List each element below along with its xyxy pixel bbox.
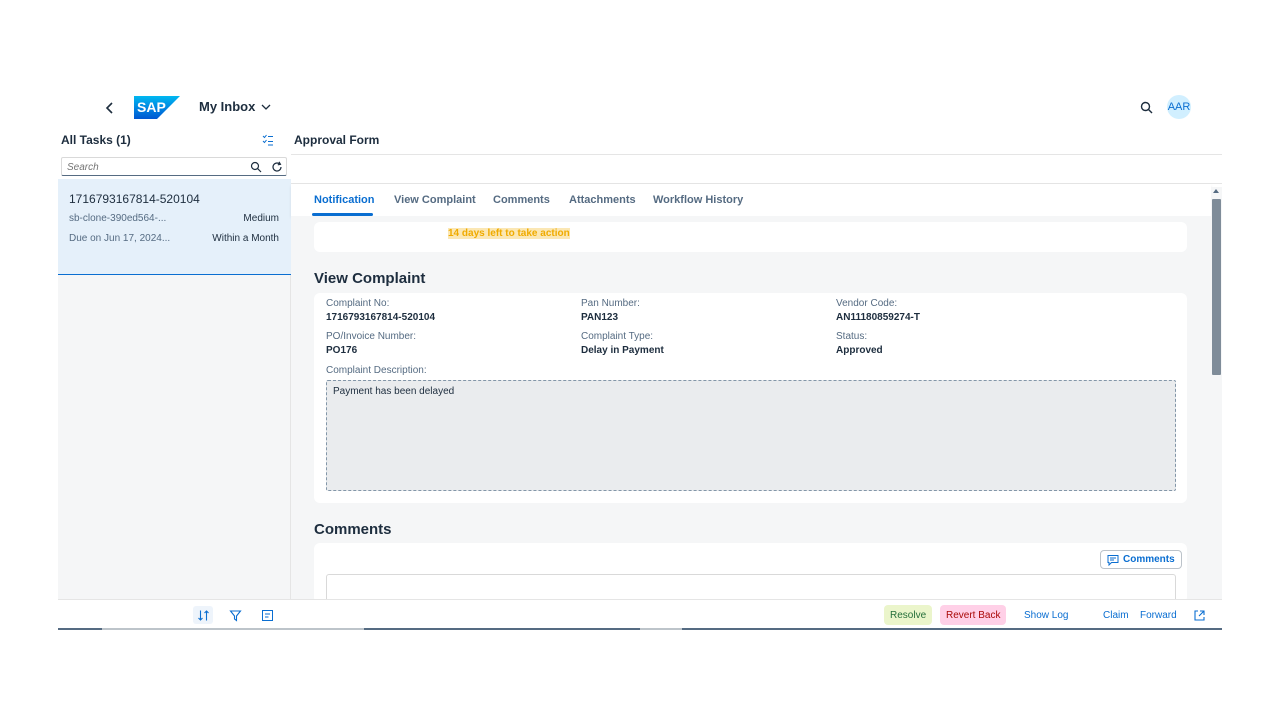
comments-button-label: Comments (1123, 554, 1175, 565)
detail-title: Approval Form (294, 133, 380, 147)
action-footer: Resolve Revert Back Show Log Claim Forwa… (291, 599, 1222, 629)
svg-text:SAP: SAP (137, 99, 166, 115)
complaint-no-label: Complaint No: (326, 298, 390, 309)
app-title: My Inbox (199, 99, 256, 114)
group-icon (261, 609, 273, 621)
comment-icon (1107, 554, 1119, 566)
tab-notification[interactable]: Notification (314, 194, 375, 206)
open-in-new-window-button[interactable] (1191, 605, 1208, 625)
group-button[interactable] (257, 606, 277, 624)
search-icon[interactable] (250, 161, 262, 173)
refresh-icon[interactable] (271, 161, 283, 173)
task-list-item[interactable]: 1716793167814-520104 sb-clone-390ed564-.… (58, 179, 291, 275)
show-log-button[interactable]: Show Log (1018, 605, 1074, 625)
revert-back-button[interactable]: Revert Back (940, 605, 1007, 625)
object-page-content: 14 days left to take action View Complai… (291, 216, 1211, 599)
sort-button[interactable] (193, 606, 213, 624)
notification-card: 14 days left to take action (314, 222, 1187, 252)
claim-button[interactable]: Claim (1097, 605, 1135, 625)
detail-pane: Approval Form Notification View Complain… (291, 127, 1222, 630)
add-comments-button[interactable]: Comments (1100, 550, 1182, 569)
divider (291, 154, 1222, 155)
complaint-type-value: Delay in Payment (581, 345, 664, 356)
complaint-type-label: Complaint Type: (581, 331, 654, 342)
comments-card: Comments (314, 543, 1187, 599)
resolve-button[interactable]: Resolve (884, 605, 933, 625)
task-list-footer (58, 599, 291, 629)
task-priority: Medium (243, 213, 279, 224)
search-bar (58, 155, 291, 179)
tab-workflow-history[interactable]: Workflow History (653, 194, 743, 206)
forward-button[interactable]: Forward (1134, 605, 1183, 625)
filter-icon (228, 609, 242, 622)
search-field (61, 157, 287, 176)
description-text: Payment has been delayed (333, 386, 455, 397)
task-due-status: Within a Month (212, 233, 279, 244)
filter-button[interactable] (225, 606, 245, 624)
user-avatar[interactable]: AAR (1167, 95, 1191, 119)
po-number-value: PO176 (326, 345, 358, 356)
scrollbar-thumb[interactable] (1212, 199, 1221, 375)
chevron-down-icon (261, 104, 271, 110)
complaint-no-value: 1716793167814-520104 (326, 312, 435, 323)
tab-view-complaint[interactable]: View Complaint (394, 194, 476, 206)
pan-number-label: Pan Number: (581, 298, 640, 309)
pan-number-value: PAN123 (581, 312, 619, 323)
task-list-title: All Tasks (1) (61, 133, 131, 147)
app-title-menu[interactable]: My Inbox (199, 99, 272, 114)
scroll-up-arrow[interactable] (1213, 189, 1219, 193)
search-input[interactable] (67, 160, 237, 174)
back-button[interactable] (100, 98, 120, 118)
search-icon[interactable] (1138, 99, 1156, 117)
sap-logo[interactable]: SAP (134, 96, 180, 119)
chevron-left-icon (105, 102, 113, 114)
status-label: Status: (836, 331, 868, 342)
tab-attachments[interactable]: Attachments (569, 194, 636, 206)
bottom-border-segment (640, 628, 682, 630)
bottom-border-segment (102, 628, 364, 630)
task-list-icon[interactable] (260, 132, 276, 148)
tab-comments[interactable]: Comments (493, 194, 550, 206)
days-left-notice: 14 days left to take action (448, 228, 570, 239)
description-label: Complaint Description: (326, 365, 427, 376)
description-textarea[interactable]: Payment has been delayed (326, 380, 1176, 491)
task-id: 1716793167814-520104 (69, 192, 200, 206)
vendor-code-value: AN11180859274-T (836, 312, 920, 323)
po-number-label: PO/Invoice Number: (326, 331, 417, 342)
task-list-header: All Tasks (1) (58, 127, 291, 155)
task-subtitle: sb-clone-390ed564-... (69, 213, 167, 224)
view-complaint-heading: View Complaint (314, 270, 426, 287)
comment-input[interactable] (326, 574, 1176, 599)
task-due-date: Due on Jun 17, 2024... (69, 233, 171, 244)
external-link-icon (1194, 609, 1205, 621)
shell-bar: SAP My Inbox AAR (58, 90, 1222, 126)
complaint-details-card: Complaint No: 1716793167814-520104 Pan N… (314, 293, 1187, 503)
status-value: Approved (836, 345, 883, 356)
task-list-pane: All Tasks (1) 1716793167814-520104 sb-cl… (58, 127, 291, 630)
tab-bar: Notification View Complaint Comments Att… (291, 184, 1211, 216)
sort-icon (197, 609, 209, 621)
vendor-code-label: Vendor Code: (836, 298, 898, 309)
comments-heading: Comments (314, 521, 392, 538)
